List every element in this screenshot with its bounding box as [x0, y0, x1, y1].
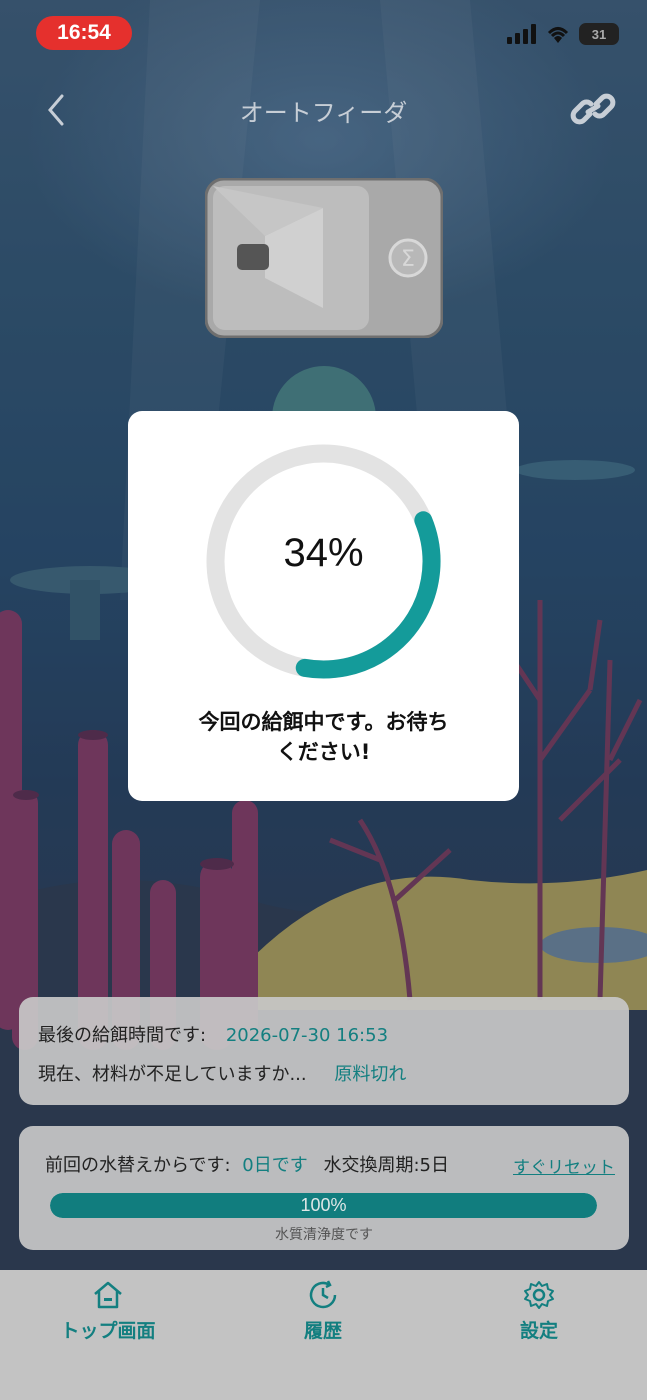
- last-feeding-label: 最後の給餌時間です:: [38, 1025, 207, 1046]
- water-change-since-value: 0日です: [242, 1155, 308, 1176]
- tab-settings-label: 設定: [519, 1320, 558, 1342]
- feeding-info-card: 最後の給餌時間です: 2026-07-30 16:53 現在、材料が不足していま…: [19, 997, 629, 1105]
- status-time: 16:54: [36, 16, 132, 50]
- water-cleanliness-caption: 水質清浄度です: [275, 1227, 373, 1243]
- progress-percent: 34%: [283, 531, 364, 575]
- bottom-tab-bar: トップ画面 履歴 設定: [0, 1270, 647, 1400]
- water-cleanliness-percent: 100%: [300, 1195, 347, 1215]
- signal-icon: [507, 24, 536, 44]
- tab-home-label: トップ画面: [60, 1320, 156, 1342]
- last-feeding-value: 2026-07-30 16:53: [225, 1025, 389, 1046]
- reset-link[interactable]: すぐリセット: [513, 1153, 615, 1178]
- water-change-card: 前回の水替えからです: 0日です 水交換周期:5日 すぐリセット 100% 水質…: [19, 1126, 629, 1250]
- feeding-message: 今回の給餌中です。お待ち ください!: [168, 707, 479, 767]
- gear-icon: [524, 1281, 554, 1309]
- feeding-message-line2: ください!: [276, 740, 371, 764]
- home-icon: [94, 1281, 122, 1309]
- battery-icon: 31: [579, 23, 619, 45]
- feeder-device-image: Σ: [205, 178, 443, 338]
- water-change-since-label: 前回の水替えからです:: [45, 1155, 231, 1176]
- feeding-progress-modal: 34% 今回の給餌中です。お待ち ください!: [128, 411, 519, 801]
- svg-text:Σ: Σ: [401, 247, 415, 272]
- link-button[interactable]: [570, 88, 616, 130]
- material-status-label: 現在、材料が不足していますか...: [38, 1064, 307, 1085]
- water-change-cycle: 水交換周期:5日: [323, 1155, 449, 1176]
- material-status-value: 原料切れ: [334, 1064, 407, 1085]
- feeding-message-line1: 今回の給餌中です。お待ち: [198, 710, 449, 734]
- tab-history[interactable]: 履歴: [283, 1280, 363, 1350]
- wifi-icon: [547, 27, 569, 43]
- history-icon: [309, 1280, 337, 1309]
- status-icons: 31: [507, 22, 619, 46]
- tab-settings[interactable]: 設定: [499, 1280, 579, 1350]
- page-title: オートフィーダ: [239, 99, 408, 127]
- tab-history-label: 履歴: [303, 1320, 342, 1342]
- link-icon: [570, 93, 616, 125]
- tab-home[interactable]: トップ画面: [48, 1280, 168, 1350]
- water-cleanliness-bar: 100%: [50, 1193, 597, 1218]
